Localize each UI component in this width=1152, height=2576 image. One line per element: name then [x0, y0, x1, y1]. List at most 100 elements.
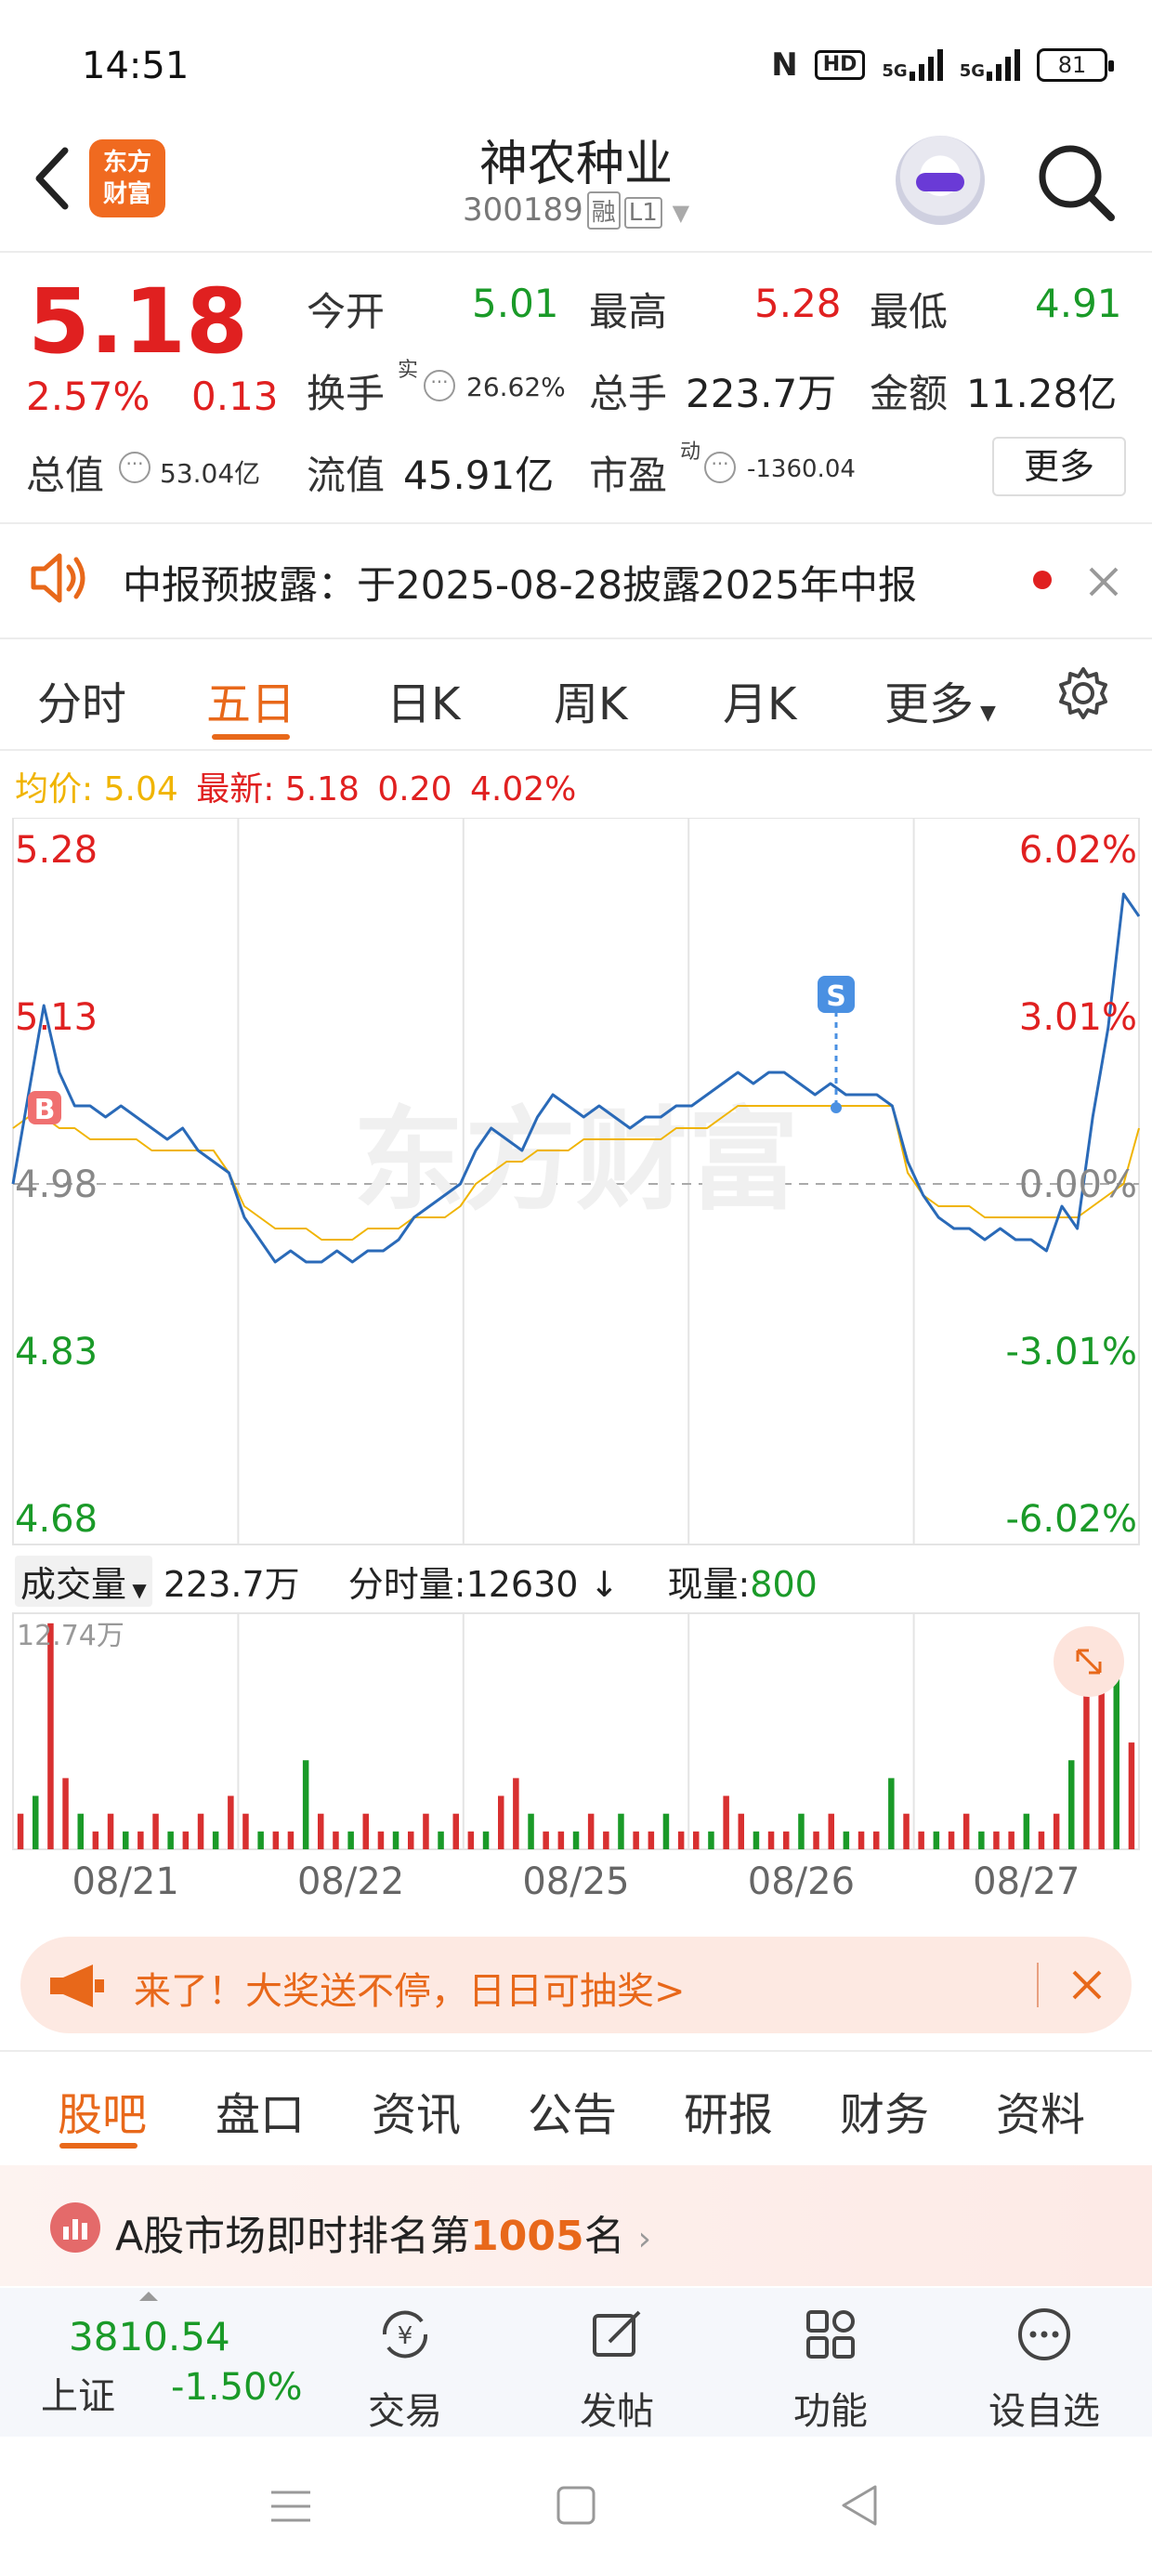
- volume-bars: [17, 1623, 1135, 1849]
- tab-more[interactable]: 更多 ▼: [884, 667, 996, 732]
- unread-dot: [1033, 571, 1052, 589]
- tab-monthly-k[interactable]: 月K: [723, 667, 796, 732]
- volume-bar: [377, 1831, 385, 1849]
- tab-weekly-k[interactable]: 周K: [554, 667, 627, 732]
- high-value: 5.28: [754, 281, 842, 326]
- latest-price: 5.18: [284, 770, 360, 808]
- volume-chart[interactable]: 12.74万 08/21 08/22 08/25 08/26 08/27: [0, 1608, 1152, 1924]
- avg-value: 5.04: [103, 770, 178, 808]
- volume-bar: [77, 1813, 84, 1849]
- tab-news[interactable]: 资讯: [372, 2078, 461, 2143]
- volume-bar: [92, 1831, 99, 1849]
- y-left-tick: 4.98: [15, 1163, 98, 1206]
- system-navigation-bar: [0, 2437, 1152, 2576]
- close-icon[interactable]: [1085, 563, 1122, 600]
- caret-up-icon: [139, 2292, 158, 2301]
- index-change: -1.50%: [171, 2366, 303, 2409]
- tab-guba[interactable]: 股吧: [58, 2078, 147, 2143]
- menu-icon[interactable]: [269, 2485, 312, 2528]
- volume-bar: [347, 1831, 354, 1849]
- promo-banner[interactable]: 来了！大奖送不停，日日可抽奖>: [20, 1937, 1132, 2033]
- volume-bar: [798, 1813, 805, 1849]
- rank-text: A股市场即时排名第1005名 ›: [115, 2213, 651, 2260]
- latest-change: 0.20: [377, 770, 452, 808]
- volume-bar: [152, 1813, 159, 1849]
- open-value: 5.01: [472, 281, 559, 326]
- tab-five-day[interactable]: 五日: [206, 667, 295, 732]
- volume-value: 223.7万: [686, 371, 837, 416]
- volume-bar: [813, 1831, 819, 1849]
- more-dots-icon[interactable]: ···: [704, 452, 736, 483]
- volume-bar: [1038, 1831, 1045, 1849]
- more-dots-icon[interactable]: ···: [119, 452, 151, 483]
- volume-indicator-selector[interactable]: 成交量 ▼: [15, 1556, 152, 1607]
- volume-bar: [1068, 1760, 1075, 1849]
- pe-value: -1360.04: [747, 455, 856, 483]
- volume-bar: [962, 1813, 970, 1849]
- market-rank-bar[interactable]: A股市场即时排名第1005名 ›: [0, 2165, 1152, 2286]
- volume-bar: [828, 1813, 834, 1849]
- volume-bar: [693, 1831, 700, 1849]
- volume-bar: [33, 1795, 39, 1849]
- ai-assistant-avatar[interactable]: [896, 136, 985, 225]
- tab-research[interactable]: 研报: [684, 2078, 773, 2143]
- volume-bar: [392, 1831, 399, 1849]
- tab-finance[interactable]: 财务: [840, 2078, 929, 2143]
- volume-bar: [618, 1813, 624, 1849]
- tab-announcements[interactable]: 公告: [528, 2078, 617, 2143]
- five-day-chart[interactable]: 东方财富 5.28 5.13 4.98 4.83 4.68 6.02% 3.01% 0.00%…: [0, 818, 1152, 1552]
- search-icon[interactable]: [1033, 139, 1117, 223]
- status-time: 14:51: [82, 45, 190, 87]
- index-value: 3810.54: [69, 2314, 230, 2359]
- y-right-tick: -3.01%: [1005, 1331, 1137, 1373]
- volume-bar: [1053, 1813, 1060, 1849]
- volume-bar: [1098, 1689, 1105, 1849]
- trade-yen-icon: ¥: [382, 2310, 428, 2359]
- divider: [0, 2050, 1152, 2052]
- volume-bar: [603, 1831, 609, 1849]
- megaphone-icon: [50, 1965, 104, 2007]
- stock-code: 300189: [462, 191, 583, 229]
- bottom-navigation: 3810.54 上证 -1.50% ¥ 交易 发帖 功能 设自选: [0, 2288, 1152, 2437]
- volume-bar: [333, 1831, 339, 1849]
- volume-bar: [587, 1813, 595, 1849]
- amount-value: 11.28亿: [966, 371, 1118, 416]
- tab-pankou[interactable]: 盘口: [216, 2078, 305, 2143]
- home-icon[interactable]: [556, 2485, 596, 2526]
- divider: [0, 749, 1152, 751]
- tick-volume-label: 分时量:: [347, 1564, 466, 1605]
- mktcap-label: 总值: [26, 453, 105, 498]
- index-ticker[interactable]: 3810.54 上证 -1.50%: [0, 2288, 303, 2437]
- watermark: 东方财富: [353, 1097, 799, 1226]
- current-volume-value: 800: [750, 1564, 818, 1605]
- low-label: 最低: [870, 289, 949, 335]
- tab-profile[interactable]: 资料: [996, 2078, 1085, 2143]
- banner-text: 来了！大奖送不停，日日可抽奖>: [134, 1970, 686, 2013]
- float-label: 流值: [307, 453, 386, 498]
- tab-daily-k[interactable]: 日K: [386, 667, 460, 732]
- settings-gear-icon[interactable]: [1055, 665, 1111, 721]
- volume-bar: [423, 1813, 429, 1849]
- close-icon[interactable]: [1068, 1966, 1106, 2004]
- volume-bar: [137, 1831, 144, 1849]
- volume-bar: [438, 1831, 444, 1849]
- volume-frame: [12, 1612, 1140, 1850]
- tab-intraday[interactable]: 分时: [37, 667, 126, 732]
- volume-total: 223.7万: [163, 1564, 300, 1605]
- y-left-tick: 4.83: [15, 1331, 98, 1373]
- volume-bar: [903, 1813, 910, 1849]
- back-icon[interactable]: [838, 2483, 881, 2528]
- volume-bar: [467, 1831, 475, 1849]
- volume-bar: [888, 1778, 895, 1849]
- rank-chart-icon: [50, 2202, 100, 2253]
- latest-label: 最新:: [196, 770, 275, 808]
- more-dots-icon[interactable]: ···: [424, 370, 455, 401]
- volume-bar: [287, 1831, 295, 1849]
- volume-bar: [557, 1831, 565, 1849]
- volume-header: 成交量 ▼ 223.7万 分时量:12630 ↓ 现量:800: [15, 1556, 818, 1607]
- volume-bar: [528, 1813, 534, 1849]
- notice-bar[interactable]: 中报预披露：于2025-08-28披露2025年中报: [0, 522, 1152, 637]
- volume-bar: [362, 1813, 369, 1849]
- more-button[interactable]: 更多: [992, 437, 1126, 496]
- volume-bar: [1008, 1831, 1015, 1849]
